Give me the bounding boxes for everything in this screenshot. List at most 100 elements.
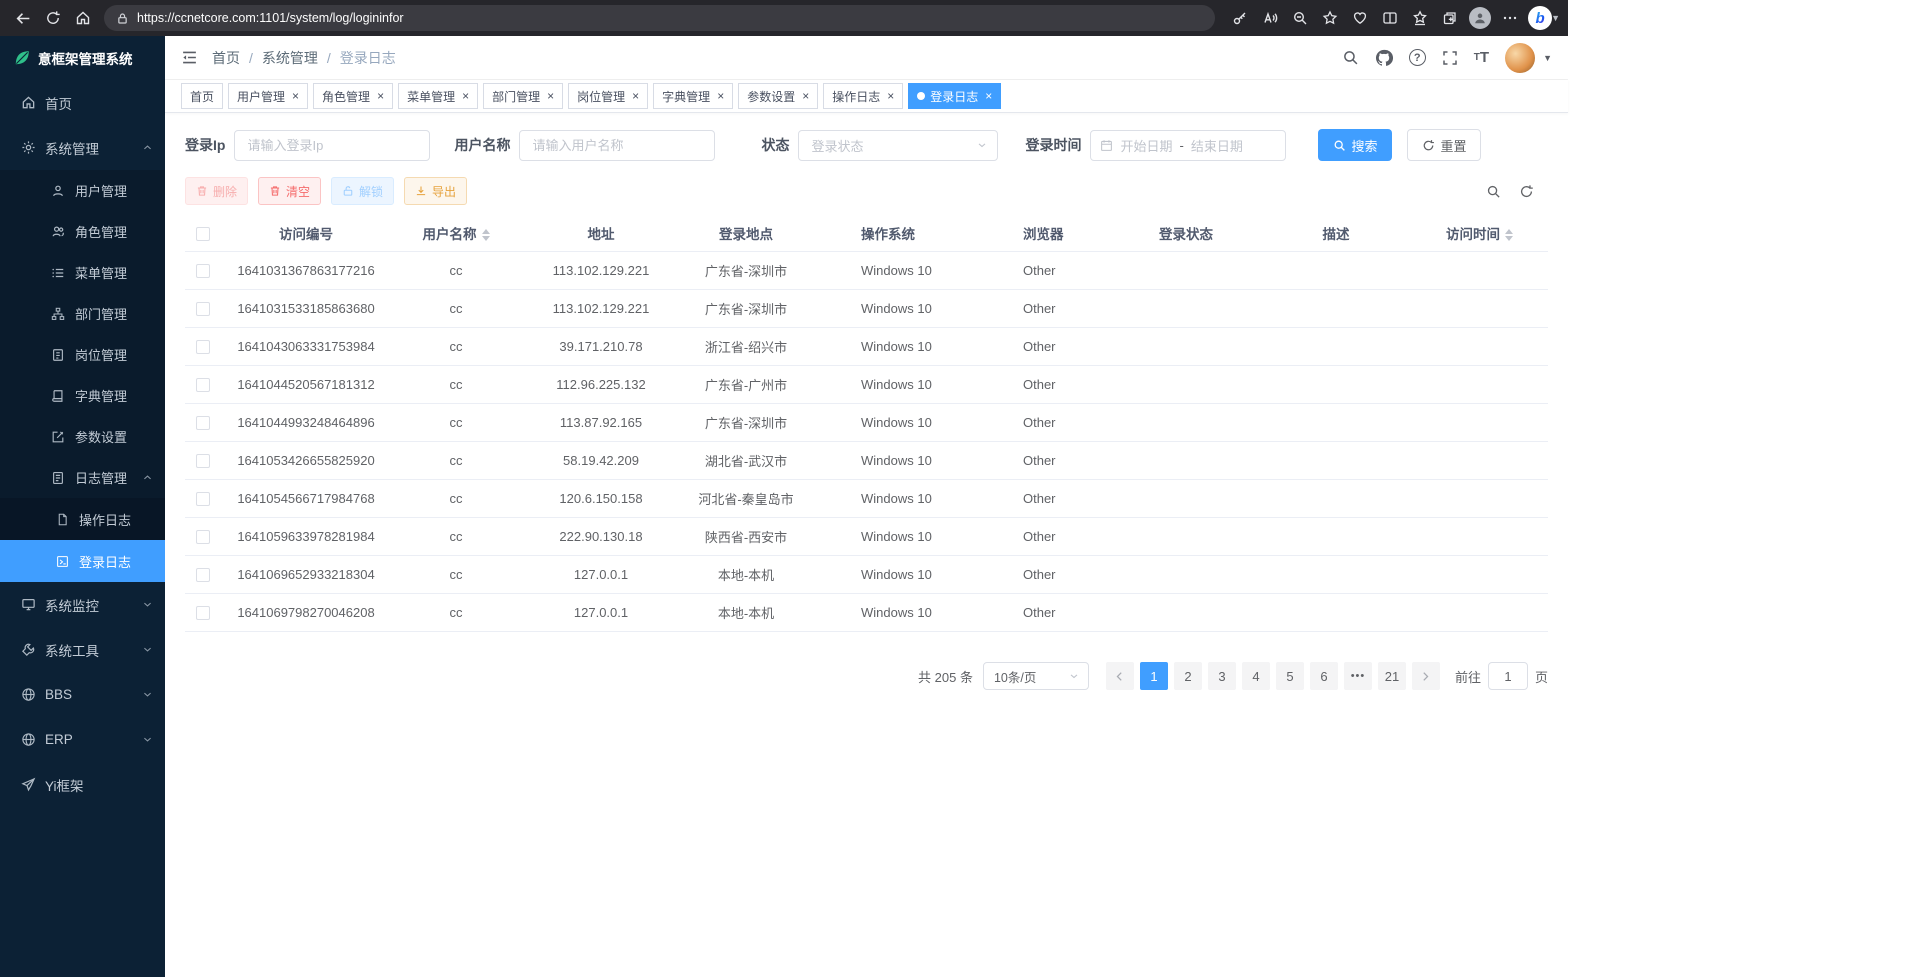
page-button-3[interactable]: 3	[1208, 662, 1236, 690]
row-checkbox[interactable]	[196, 264, 210, 278]
user-name-input[interactable]	[519, 130, 715, 161]
tab-param-settings[interactable]: 参数设置×	[738, 83, 818, 109]
breadcrumb-system-mgmt[interactable]: 系统管理	[262, 48, 318, 68]
address-bar[interactable]: https://ccnetcore.com:1101/system/log/lo…	[104, 5, 1215, 31]
select-all-checkbox[interactable]	[196, 227, 210, 241]
unlock-button[interactable]: 解锁	[331, 177, 394, 205]
site-lock-icon[interactable]	[116, 12, 129, 25]
sort-icon[interactable]	[482, 229, 490, 241]
search-button[interactable]: 搜索	[1318, 129, 1392, 161]
close-icon[interactable]: ×	[632, 90, 639, 102]
back-icon[interactable]	[8, 4, 38, 32]
search-icon[interactable]	[1342, 49, 1359, 66]
split-screen-icon[interactable]	[1375, 4, 1405, 32]
close-icon[interactable]: ×	[717, 90, 724, 102]
goto-page-input[interactable]	[1488, 662, 1528, 690]
browser-menu-icon[interactable]	[1495, 4, 1525, 32]
sidebar-item-system-monitor[interactable]: 系统监控	[0, 582, 165, 627]
row-checkbox[interactable]	[196, 606, 210, 620]
sidebar-item-post-mgmt[interactable]: 岗位管理	[0, 334, 165, 375]
copilot-caret-icon[interactable]: ▼	[1551, 13, 1560, 23]
sidebar-item-system-mgmt[interactable]: 系统管理	[0, 125, 165, 170]
sidebar-item-param-settings[interactable]: 参数设置	[0, 416, 165, 457]
page-button-last[interactable]: 21	[1378, 662, 1406, 690]
tab-dict-mgmt[interactable]: 字典管理×	[653, 83, 733, 109]
sidebar-item-erp[interactable]: ERP	[0, 717, 165, 762]
date-range-picker[interactable]: 开始日期 - 结束日期	[1090, 130, 1286, 161]
delete-button[interactable]: 删除	[185, 177, 248, 205]
refresh-table-icon[interactable]	[1519, 184, 1534, 199]
tab-role-mgmt[interactable]: 角色管理×	[313, 83, 393, 109]
sidebar-item-yi-framework[interactable]: Yi框架	[0, 762, 165, 807]
tab-user-mgmt[interactable]: 用户管理×	[228, 83, 308, 109]
tab-login-log[interactable]: 登录日志×	[908, 83, 1001, 109]
row-checkbox[interactable]	[196, 302, 210, 316]
row-checkbox[interactable]	[196, 454, 210, 468]
sidebar-item-dict-mgmt[interactable]: 字典管理	[0, 375, 165, 416]
page-button-6[interactable]: 6	[1310, 662, 1338, 690]
close-icon[interactable]: ×	[887, 90, 894, 102]
sidebar-item-dept-mgmt[interactable]: 部门管理	[0, 293, 165, 334]
sidebar-item-operation-log[interactable]: 操作日志	[0, 498, 165, 540]
favorites-icon[interactable]	[1315, 4, 1345, 32]
essentials-icon[interactable]	[1345, 4, 1375, 32]
tab-post-mgmt[interactable]: 岗位管理×	[568, 83, 648, 109]
status-select[interactable]: 登录状态	[798, 130, 998, 161]
next-page-button[interactable]	[1412, 662, 1440, 690]
user-avatar[interactable]	[1505, 43, 1535, 73]
read-aloud-icon[interactable]	[1255, 4, 1285, 32]
favorites-bar-icon[interactable]	[1405, 4, 1435, 32]
sort-icon[interactable]	[1505, 229, 1513, 241]
row-checkbox[interactable]	[196, 568, 210, 582]
sidebar-item-home[interactable]: 首页	[0, 80, 165, 125]
page-button-5[interactable]: 5	[1276, 662, 1304, 690]
page-button-2[interactable]: 2	[1174, 662, 1202, 690]
close-icon[interactable]: ×	[547, 90, 554, 102]
show-search-icon[interactable]	[1486, 184, 1501, 199]
page-size-select[interactable]: 10条/页	[983, 662, 1089, 690]
key-icon[interactable]	[1225, 4, 1255, 32]
tab-menu-mgmt[interactable]: 菜单管理×	[398, 83, 478, 109]
tab-home[interactable]: 首页	[181, 83, 223, 109]
sidebar-item-role-mgmt[interactable]: 角色管理	[0, 211, 165, 252]
github-icon[interactable]	[1375, 49, 1393, 67]
export-button[interactable]: 导出	[404, 177, 467, 205]
reset-button[interactable]: 重置	[1407, 129, 1481, 161]
home-icon[interactable]	[68, 4, 98, 32]
close-icon[interactable]: ×	[377, 90, 384, 102]
more-pages-button[interactable]: •••	[1344, 662, 1372, 690]
row-checkbox[interactable]	[196, 530, 210, 544]
login-ip-input[interactable]	[234, 130, 430, 161]
collections-icon[interactable]	[1435, 4, 1465, 32]
row-checkbox[interactable]	[196, 340, 210, 354]
sidebar-item-log-mgmt[interactable]: 日志管理	[0, 457, 165, 498]
row-checkbox[interactable]	[196, 416, 210, 430]
page-button-4[interactable]: 4	[1242, 662, 1270, 690]
profile-avatar[interactable]	[1465, 4, 1495, 32]
tab-dept-mgmt[interactable]: 部门管理×	[483, 83, 563, 109]
font-size-icon[interactable]: TT	[1474, 49, 1489, 66]
avatar-caret-icon[interactable]: ▼	[1543, 53, 1552, 63]
col-user-name[interactable]: 用户名称	[391, 215, 521, 252]
close-icon[interactable]: ×	[802, 90, 809, 102]
col-visit-time[interactable]: 访问时间	[1411, 215, 1548, 252]
refresh-icon[interactable]	[38, 4, 68, 32]
zoom-icon[interactable]	[1285, 4, 1315, 32]
close-icon[interactable]: ×	[462, 90, 469, 102]
tab-operation-log[interactable]: 操作日志×	[823, 83, 903, 109]
close-icon[interactable]: ×	[292, 90, 299, 102]
row-checkbox[interactable]	[196, 378, 210, 392]
prev-page-button[interactable]	[1106, 662, 1134, 690]
sidebar-item-bbs[interactable]: BBS	[0, 672, 165, 717]
clear-button[interactable]: 清空	[258, 177, 321, 205]
row-checkbox[interactable]	[196, 492, 210, 506]
fullscreen-icon[interactable]	[1442, 50, 1458, 66]
sidebar-item-login-log[interactable]: 登录日志	[0, 540, 165, 582]
page-button-1[interactable]: 1	[1140, 662, 1168, 690]
close-icon[interactable]: ×	[985, 90, 992, 102]
help-icon[interactable]: ?	[1409, 49, 1426, 66]
sidebar-item-system-tools[interactable]: 系统工具	[0, 627, 165, 672]
breadcrumb-home[interactable]: 首页	[212, 48, 240, 68]
sidebar-fold-icon[interactable]	[181, 49, 198, 66]
sidebar-item-menu-mgmt[interactable]: 菜单管理	[0, 252, 165, 293]
